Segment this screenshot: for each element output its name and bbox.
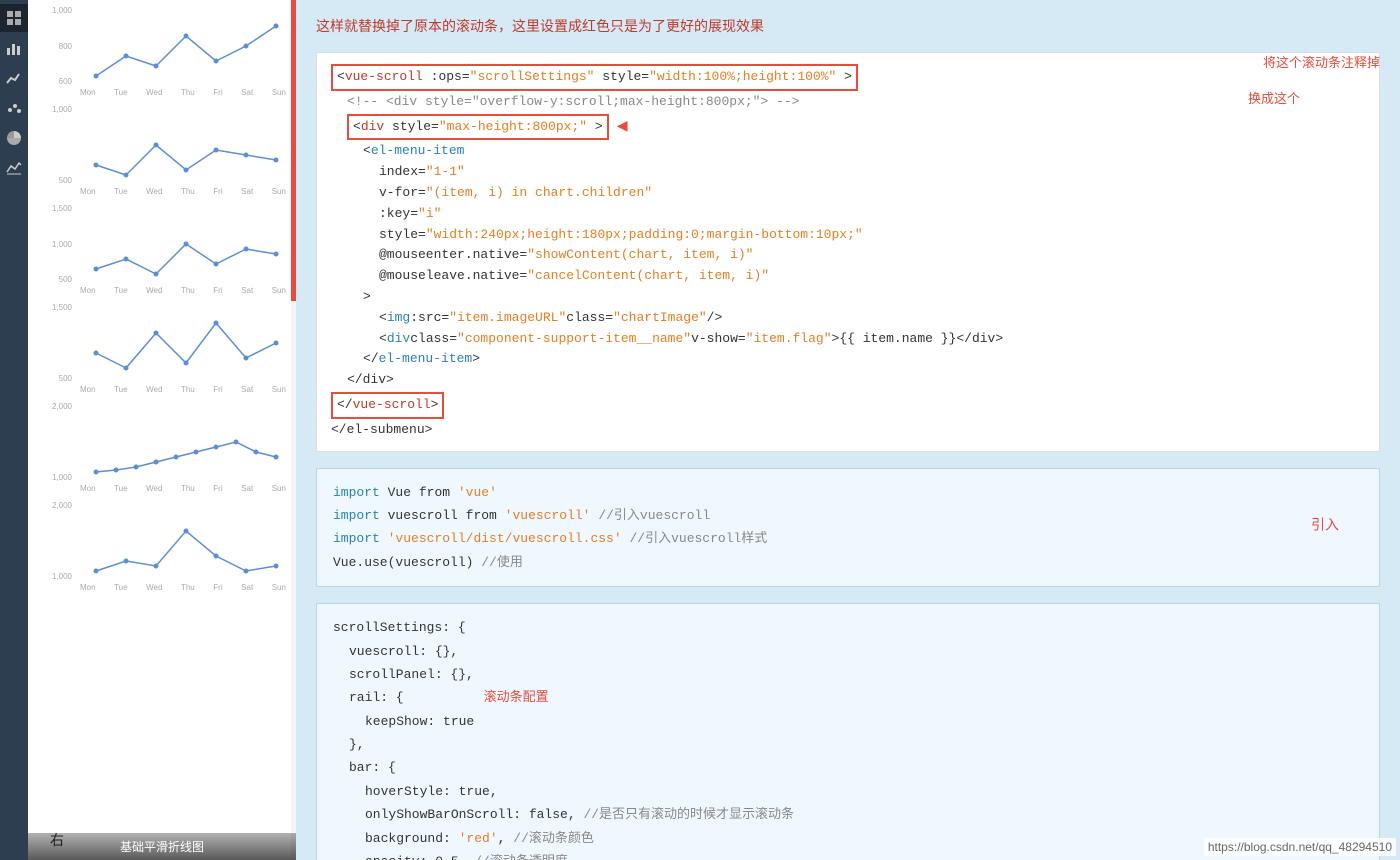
- code-line-end-menu: </el-menu-item>: [331, 349, 1365, 370]
- code-lines-menu: <el-menu-item index="1-1" v-for="(item, …: [331, 141, 1365, 307]
- import-line-4: Vue.use(vuescroll) //使用: [333, 551, 1363, 574]
- import-line-2: import vuescroll from 'vuescroll' //引入vu…: [333, 504, 1363, 527]
- settings-line-8: hoverStyle: true,: [333, 780, 1363, 803]
- annotation-comment-out: 将这个滚动条注释掉: [1263, 52, 1380, 71]
- settings-line-9: onlyShowBarOnScroll: false, //是否只有滚动的时候才…: [333, 803, 1363, 826]
- code-line-2: <!-- <div style="overflow-y:scroll;max-h…: [331, 92, 1365, 113]
- bottom-link[interactable]: https://blog.csdn.net/qq_48294510: [1204, 838, 1396, 856]
- top-note: 这样就替换掉了原本的滚动条，这里设置成红色只是为了更好的展现效果: [316, 16, 1380, 36]
- sidebar-icon-bar-chart[interactable]: [0, 34, 28, 62]
- settings-line-7: bar: {: [333, 756, 1363, 779]
- chart-item-1: 1,000800600MonTueWedThuFriSatSun: [76, 6, 290, 97]
- settings-line-3: scrollPanel: {},: [333, 663, 1363, 686]
- chart-item-3: 1,5001,000500MonTueWedThuFriSatSun: [76, 204, 290, 295]
- chart-panel: 1,000800600MonTueWedThuFriSatSun1,000500…: [28, 0, 296, 860]
- code-line-end-div: </div>: [331, 370, 1365, 391]
- annotation-rail: 滚动条配置: [484, 686, 549, 709]
- left-sidebar: [0, 0, 28, 860]
- import-block: import Vue from 'vue' import vuescroll f…: [316, 468, 1380, 588]
- code-line-1: <vue-scroll :ops="scrollSettings" style=…: [331, 63, 1365, 92]
- red-scrollbar[interactable]: [291, 0, 296, 301]
- code-line-vue-scroll-close: </vue-scroll>: [331, 391, 1365, 420]
- sidebar-icon-grid[interactable]: [0, 4, 28, 32]
- sidebar-icon-area[interactable]: [0, 154, 28, 182]
- code-lines-img: <img :src="item.imageURL" class="chartIm…: [331, 308, 1365, 350]
- sidebar-icon-pie[interactable]: [0, 124, 28, 152]
- settings-line-2: vuescroll: {},: [333, 640, 1363, 663]
- code-block-section: <vue-scroll :ops="scrollSettings" style=…: [316, 52, 1380, 452]
- sidebar-icon-line-chart[interactable]: [0, 64, 28, 92]
- settings-line-5: keepShow: true: [333, 710, 1363, 733]
- settings-block: scrollSettings: { vuescroll: {}, scrollP…: [316, 603, 1380, 860]
- chart-bottom-label: 基础平滑折线图: [28, 833, 296, 860]
- annotation-replace: 换成这个: [1248, 88, 1300, 107]
- settings-line-4: rail: { 滚动条配置: [333, 686, 1363, 709]
- main-code-block: <vue-scroll :ops="scrollSettings" style=…: [316, 52, 1380, 452]
- import-line-3: import 'vuescroll/dist/vuescroll.css' //…: [333, 527, 1363, 550]
- import-line-1: import Vue from 'vue': [333, 481, 1363, 504]
- code-line-3: <div style="max-height:800px;" > ◀: [331, 113, 1365, 142]
- chart-item-4: 1,500500MonTueWedThuFriSatSun: [76, 303, 290, 394]
- main-content: 这样就替换掉了原本的滚动条，这里设置成红色只是为了更好的展现效果 <vue-sc…: [296, 0, 1400, 860]
- settings-line-1: scrollSettings: {: [333, 616, 1363, 639]
- chart-item-6: 2,0001,000MonTueWedThuFriSatSun: [76, 501, 290, 592]
- annotation-import: 引入: [1311, 515, 1339, 540]
- settings-line-6: },: [333, 733, 1363, 756]
- chart-item-5: 2,0001,000MonTueWedThuFriSatSun: [76, 402, 290, 493]
- chart-item-2: 1,000500MonTueWedThuFriSatSun: [76, 105, 290, 196]
- code-line-el-submenu: </el-submenu>: [331, 420, 1365, 441]
- sidebar-icon-scatter[interactable]: [0, 94, 28, 122]
